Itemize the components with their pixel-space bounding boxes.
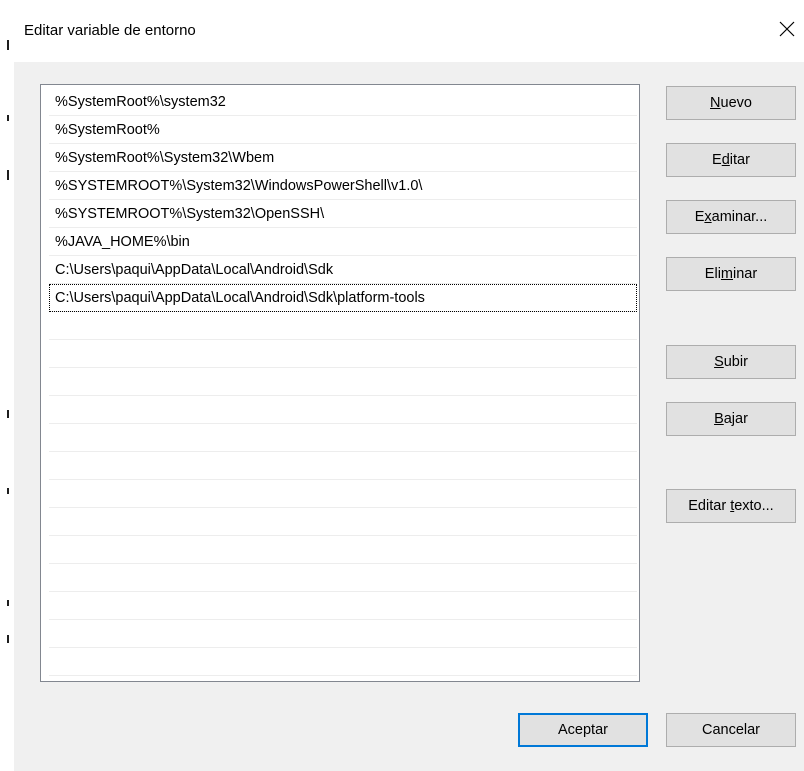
edit-env-variable-dialog: Editar variable de entorno %SystemRoot%\… — [0, 0, 804, 771]
close-button[interactable] — [772, 12, 802, 46]
list-item[interactable]: %SystemRoot%\system32 — [49, 88, 637, 116]
empty-list-row[interactable] — [49, 396, 637, 424]
list-item[interactable]: %SYSTEMROOT%\System32\OpenSSH\ — [49, 200, 637, 228]
empty-list-row[interactable] — [49, 340, 637, 368]
title-bar: Editar variable de entorno — [14, 0, 804, 62]
bajar-button[interactable]: Bajar — [666, 402, 796, 436]
editar-texto-button[interactable]: Editar texto... — [666, 489, 796, 523]
subir-button[interactable]: Subir — [666, 345, 796, 379]
empty-list-row[interactable] — [49, 564, 637, 592]
empty-list-row[interactable] — [49, 452, 637, 480]
eliminar-button[interactable]: Eliminar — [666, 257, 796, 291]
empty-list-row[interactable] — [49, 592, 637, 620]
empty-list-row[interactable] — [49, 480, 637, 508]
list-item[interactable]: %SystemRoot%\System32\Wbem — [49, 144, 637, 172]
list-item[interactable]: %SYSTEMROOT%\System32\WindowsPowerShell\… — [49, 172, 637, 200]
list-item[interactable]: C:\Users\paqui\AppData\Local\Android\Sdk — [49, 256, 637, 284]
empty-list-row[interactable] — [49, 536, 637, 564]
aceptar-button[interactable]: Aceptar — [518, 713, 648, 747]
empty-list-row[interactable] — [49, 424, 637, 452]
window-title: Editar variable de entorno — [24, 22, 196, 39]
cancelar-button[interactable]: Cancelar — [666, 713, 796, 747]
empty-list-row[interactable] — [49, 620, 637, 648]
background-window-edge — [0, 0, 14, 771]
empty-list-row[interactable] — [49, 508, 637, 536]
empty-list-row[interactable] — [49, 648, 637, 676]
empty-list-row[interactable] — [49, 312, 637, 340]
nuevo-button[interactable]: Nuevo — [666, 86, 796, 120]
examinar-button[interactable]: Examinar... — [666, 200, 796, 234]
empty-list-row[interactable] — [49, 368, 637, 396]
close-icon — [779, 21, 795, 37]
list-item[interactable]: C:\Users\paqui\AppData\Local\Android\Sdk… — [49, 284, 637, 312]
list-item[interactable]: %SystemRoot% — [49, 116, 637, 144]
path-values-list[interactable]: %SystemRoot%\system32 %SystemRoot% %System… — [40, 84, 640, 682]
editar-button[interactable]: Editar — [666, 143, 796, 177]
list-item[interactable]: %JAVA_HOME%\bin — [49, 228, 637, 256]
